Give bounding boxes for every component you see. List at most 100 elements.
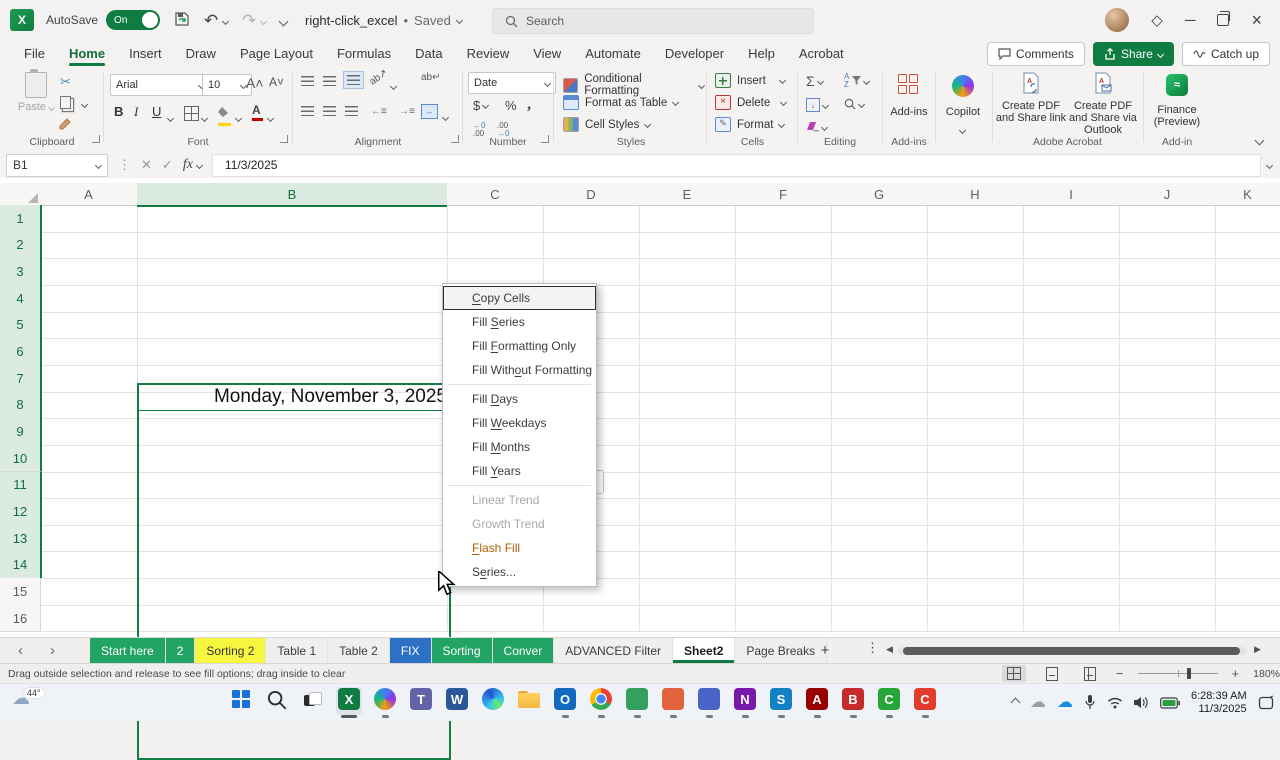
normal-view-button[interactable] — [1002, 665, 1026, 682]
increase-font-button[interactable]: A˄ — [246, 75, 264, 91]
cell-b1[interactable]: Monday, November 3, 2025 — [137, 383, 452, 410]
align-top-button[interactable] — [301, 76, 314, 86]
snagit-taskbar-icon[interactable]: S — [768, 687, 794, 715]
page-break-view-button[interactable] — [1078, 665, 1102, 682]
borders-dropdown[interactable] — [202, 110, 207, 128]
decrease-indent-button[interactable]: ←≡ — [371, 106, 387, 117]
conditional-formatting-button[interactable]: Conditional Formatting — [563, 73, 704, 97]
word-taskbar-icon[interactable]: W — [444, 687, 470, 715]
tab-draw[interactable]: Draw — [174, 43, 228, 64]
paste-button[interactable]: Paste — [16, 72, 56, 113]
row-header-6[interactable]: 6 — [0, 338, 42, 366]
tab-automate[interactable]: Automate — [573, 43, 653, 64]
orange-utility-taskbar-icon[interactable] — [660, 687, 686, 715]
row-header-14[interactable]: 14 — [0, 551, 42, 579]
row-header-4[interactable]: 4 — [0, 285, 42, 313]
sheet-tab-fix[interactable]: FIX — [390, 638, 432, 663]
restore-button[interactable] — [1217, 14, 1229, 26]
row-header-7[interactable]: 7 — [0, 365, 42, 393]
row-header-12[interactable]: 12 — [0, 498, 42, 526]
task-view-button[interactable] — [300, 687, 326, 715]
acrobat-taskbar-icon[interactable]: A — [804, 687, 830, 715]
save-icon[interactable] — [174, 11, 190, 30]
sheet-tab-start-here[interactable]: Start here — [90, 638, 166, 663]
close-button[interactable]: × — [1251, 10, 1262, 31]
tab-data[interactable]: Data — [403, 43, 454, 64]
row-header-5[interactable]: 5 — [0, 312, 42, 340]
menu-item-fill-years[interactable]: Fill Years — [443, 459, 596, 483]
fill-color-dropdown[interactable] — [236, 110, 241, 128]
zoom-slider-thumb[interactable] — [1187, 668, 1191, 679]
column-header-a[interactable]: A — [40, 183, 138, 206]
accounting-format-button[interactable]: $ — [473, 98, 488, 113]
number-format-select[interactable]: Date — [468, 72, 556, 94]
teams-taskbar-icon[interactable]: T — [408, 687, 434, 715]
undo-button[interactable]: ↶ — [204, 12, 228, 29]
row-header-3[interactable]: 3 — [0, 258, 42, 286]
battery-icon[interactable] — [1160, 697, 1180, 709]
font-size-select[interactable]: 10 — [202, 74, 252, 96]
sheet-tab-table-1[interactable]: Table 1 — [266, 638, 328, 663]
hidden-icons-chevron[interactable] — [1012, 694, 1019, 712]
copilot-taskbar-icon[interactable] — [372, 687, 398, 715]
align-right-button[interactable] — [345, 106, 358, 116]
copilot-button[interactable]: Copilot — [938, 106, 988, 118]
minimize-button[interactable]: ─ — [1185, 12, 1196, 29]
tab-view[interactable]: View — [521, 43, 573, 64]
document-title[interactable]: right-click_excel • Saved — [305, 13, 462, 28]
sheet-tab-conver[interactable]: Conver — [493, 638, 555, 663]
merge-dropdown[interactable] — [443, 109, 448, 127]
row-header-11[interactable]: 11 — [0, 472, 42, 500]
tab-insert[interactable]: Insert — [117, 43, 174, 64]
bitwarden-taskbar-icon[interactable]: B — [840, 687, 866, 715]
catch-up-button[interactable]: Catch up — [1182, 42, 1270, 66]
alignment-dialog-launcher[interactable] — [451, 135, 459, 143]
sheet-tab-table-2[interactable]: Table 2 — [328, 638, 390, 663]
format-cells-button[interactable]: ✎Format — [715, 117, 784, 132]
create-pdf-share-link-button[interactable]: A Create PDF and Share link — [995, 72, 1067, 124]
menu-item-fill-formatting-only[interactable]: Fill Formatting Only — [443, 334, 596, 358]
namebox-splitter[interactable]: ⋮ — [118, 157, 131, 173]
collapse-ribbon-button[interactable] — [1256, 132, 1263, 150]
find-select-button[interactable] — [844, 98, 864, 110]
column-header-g[interactable]: G — [831, 183, 928, 206]
percent-style-button[interactable]: % — [505, 98, 517, 113]
zoom-level[interactable]: 180% — [1253, 668, 1280, 680]
onedrive-icon[interactable]: ☁ — [1057, 695, 1073, 711]
sheet-options-button[interactable]: ⋮ — [866, 640, 879, 656]
merge-center-button[interactable]: ↔ — [421, 104, 438, 119]
row-header-10[interactable]: 10 — [0, 445, 42, 473]
formula-input[interactable]: 11/3/2025 — [212, 154, 1261, 177]
bold-button[interactable]: B — [114, 104, 123, 119]
italic-button[interactable]: I — [134, 104, 138, 120]
zoom-in-button[interactable]: + — [1232, 666, 1240, 681]
column-header-e[interactable]: E — [639, 183, 736, 206]
copy-button[interactable] — [60, 96, 71, 109]
sheet-nav-next[interactable]: › — [50, 638, 55, 663]
menu-item-fill-series[interactable]: Fill Series — [443, 310, 596, 334]
orientation-button[interactable]: ab↗ — [368, 67, 390, 87]
column-header-k[interactable]: K — [1215, 183, 1280, 206]
zoom-slider[interactable] — [1138, 673, 1218, 674]
qat-overflow-icon[interactable] — [280, 12, 287, 29]
column-header-f[interactable]: F — [735, 183, 832, 206]
menu-item-fill-without-formatting[interactable]: Fill Without Formatting — [443, 358, 596, 382]
autosave-toggle[interactable]: On — [106, 10, 160, 30]
hscroll-right-arrow[interactable]: ▶ — [1254, 644, 1261, 655]
expand-formula-bar[interactable] — [1266, 161, 1273, 168]
recorder-taskbar-icon[interactable]: C — [912, 687, 938, 715]
insert-cells-button[interactable]: Insert — [715, 73, 785, 88]
column-header-d[interactable]: D — [543, 183, 640, 206]
green-utility-taskbar-icon[interactable] — [624, 687, 650, 715]
spreadsheet-grid[interactable]: ABCDEFGHIJK12345678910111213141516 Monda… — [0, 178, 1280, 637]
tab-developer[interactable]: Developer — [653, 43, 736, 64]
blue-utility-taskbar-icon[interactable] — [696, 687, 722, 715]
increase-indent-button[interactable]: →≡ — [399, 106, 415, 117]
decrease-font-button[interactable]: A˅ — [269, 75, 284, 89]
sheet-tab-advanced-filter[interactable]: ADVANCED Filter — [554, 638, 673, 663]
create-pdf-outlook-button[interactable]: A Create PDF and Share via Outlook — [1067, 72, 1139, 136]
column-header-j[interactable]: J — [1119, 183, 1216, 206]
borders-button[interactable] — [184, 106, 199, 121]
horizontal-scrollbar-thumb[interactable] — [903, 647, 1240, 655]
delete-cells-button[interactable]: ×Delete — [715, 95, 786, 110]
